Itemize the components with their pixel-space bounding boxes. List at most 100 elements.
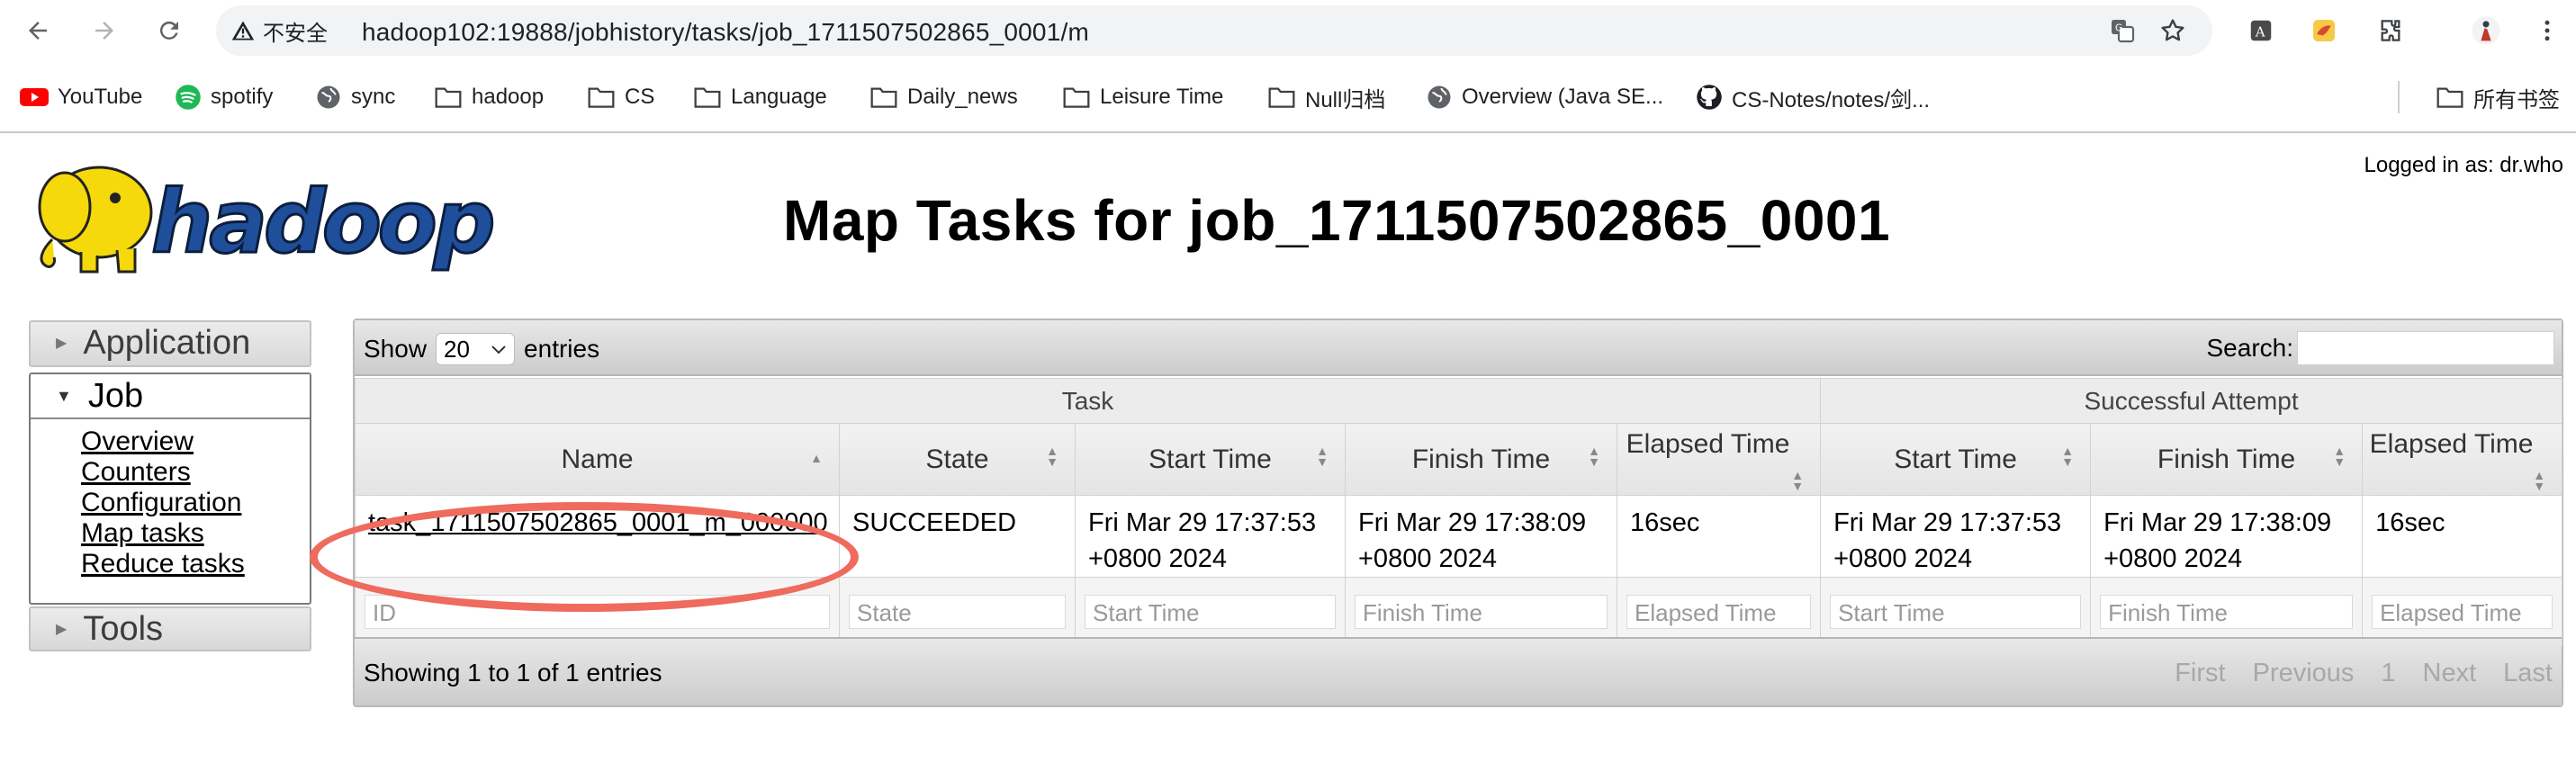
bookmark-folder-language[interactable]: Language xyxy=(693,79,827,115)
entries-length-control: Show 20 entries xyxy=(364,333,599,365)
sort-both-icon: ▲ ▼ xyxy=(2333,444,2346,469)
bookmark-folder-null-archive[interactable]: Null归档 xyxy=(1267,79,1385,115)
sidebar-heading-job-toggle[interactable]: ▼ Job xyxy=(31,374,310,419)
filter-input-attempt-start-time[interactable]: Start Time xyxy=(1830,594,2082,629)
bookmark-folder-cs[interactable]: CS xyxy=(587,79,654,115)
all-bookmarks-folder[interactable]: 所有书签 xyxy=(2436,79,2560,115)
security-chip[interactable]: 不安全 xyxy=(230,14,328,47)
globe-icon xyxy=(1428,85,1451,109)
sort-both-icon: ▲ ▼ xyxy=(1588,444,1600,469)
page-title: Map Tasks for job_1711507502865_0001 xyxy=(783,188,1891,253)
search-label: Search: xyxy=(2206,334,2294,362)
tasks-table-container: Show 20 entries Search: Task Successful … xyxy=(353,319,2563,707)
column-header-attempt-start-time[interactable]: Start Time ▲ ▼ xyxy=(1820,423,2092,496)
bookmark-youtube[interactable]: YouTube xyxy=(20,79,142,115)
filter-input-id[interactable]: ID xyxy=(365,594,830,629)
pager-page-1[interactable]: 1 xyxy=(2381,659,2395,688)
column-header-state[interactable]: State ▲ ▼ xyxy=(839,423,1076,496)
finish-time-line2: +0800 2024 xyxy=(1358,544,1498,573)
svg-text:G: G xyxy=(2115,22,2122,34)
table-toolbar: Show 20 entries Search: xyxy=(355,320,2562,376)
arrow-right-icon xyxy=(95,22,113,40)
folder-icon xyxy=(694,87,721,108)
sidebar-link-overview[interactable]: Overview xyxy=(81,426,310,457)
bookmark-label: CS xyxy=(625,85,655,109)
task-link[interactable]: task_1711507502865_0001_m_000000 xyxy=(368,508,828,537)
show-label: Show xyxy=(364,335,428,363)
table-row: task_1711507502865_0001_m_000000 SUCCEED… xyxy=(355,495,2563,578)
address-bar[interactable]: 不安全 hadoop102:19888/jobhistory/tasks/job… xyxy=(216,5,2212,56)
column-header-elapsed-time[interactable]: Elapsed Time ▲ ▼ xyxy=(1616,423,1822,496)
filter-input-state[interactable]: State xyxy=(849,594,1066,629)
url-text[interactable]: hadoop102:19888/jobhistory/tasks/job_171… xyxy=(362,18,1089,47)
profile-avatar-icon[interactable] xyxy=(2466,11,2506,50)
filter-input-start-time[interactable]: Start Time xyxy=(1085,594,1336,629)
bookmark-cs-notes[interactable]: CS-Notes/notes/剑... xyxy=(1696,79,1930,115)
bookmark-sync[interactable]: sync xyxy=(315,79,395,115)
entries-select[interactable]: 20 xyxy=(436,333,516,365)
bookmark-label: Daily_news xyxy=(907,85,1018,109)
bookmark-star-icon[interactable] xyxy=(2157,14,2189,47)
sort-both-icon: ▲ ▼ xyxy=(1046,444,1058,469)
sidebar-link-counters[interactable]: Counters xyxy=(81,457,310,488)
reload-button[interactable] xyxy=(149,11,189,50)
start-time-line2: +0800 2024 xyxy=(1088,544,1228,573)
triangle-right-icon: ▶ xyxy=(56,336,68,351)
sort-both-icon: ▲ ▼ xyxy=(1316,444,1329,469)
bookmark-overview-java[interactable]: Overview (Java SE... xyxy=(1426,79,1663,115)
globe-icon xyxy=(317,85,340,109)
column-header-start-time[interactable]: Start Time ▲ ▼ xyxy=(1075,423,1346,496)
bookmark-spotify[interactable]: spotify xyxy=(175,79,273,115)
forward-button[interactable] xyxy=(85,11,124,50)
hadoop-logo[interactable]: hadoop xyxy=(27,151,567,277)
column-label: Start Time xyxy=(1894,444,2017,474)
sidebar-section-tools[interactable]: ▶ Tools xyxy=(29,606,311,651)
filter-input-attempt-finish-time[interactable]: Finish Time xyxy=(2100,594,2354,629)
bookmark-folder-daily-news[interactable]: Daily_news xyxy=(869,79,1018,115)
bookmark-folder-hadoop[interactable]: hadoop xyxy=(434,79,544,115)
column-header-finish-time[interactable]: Finish Time ▲ ▼ xyxy=(1345,423,1617,496)
bookmark-label: YouTube xyxy=(58,85,143,109)
folder-icon xyxy=(2436,87,2463,108)
cell-elapsed-time: 16sec xyxy=(1616,495,1822,578)
reload-icon xyxy=(159,21,178,40)
column-label: State xyxy=(925,444,989,474)
filter-input-attempt-elapsed-time[interactable]: Elapsed Time xyxy=(2372,594,2553,629)
pager-previous[interactable]: Previous xyxy=(2253,659,2355,688)
sidebar-link-reduce-tasks[interactable]: Reduce tasks xyxy=(81,549,310,579)
column-header-attempt-finish-time[interactable]: Finish Time ▲ ▼ xyxy=(2090,423,2364,496)
sidebar-link-map-tasks[interactable]: Map tasks xyxy=(81,518,310,549)
extensions-puzzle-icon[interactable] xyxy=(2371,11,2410,50)
pager-first[interactable]: First xyxy=(2175,659,2225,688)
triangle-down-icon: ▼ xyxy=(56,386,72,405)
back-button[interactable] xyxy=(18,11,58,50)
group-header-successful-attempt: Successful Attempt xyxy=(1820,378,2563,424)
sidebar-section-application[interactable]: ▶ Application xyxy=(29,320,311,367)
translate-icon[interactable]: G xyxy=(2106,14,2139,47)
svg-text:hadoop: hadoop xyxy=(151,172,492,273)
cell-attempt-start-time: Fri Mar 29 17:37:53 +0800 2024 xyxy=(1820,495,2092,578)
bookmark-label: Overview (Java SE... xyxy=(1462,85,1664,109)
sidebar-heading-job: Job xyxy=(87,376,144,415)
bookmark-label: 所有书签 xyxy=(2473,87,2560,112)
browser-menu-icon[interactable] xyxy=(2527,11,2567,50)
group-header-task: Task xyxy=(354,378,1822,424)
search-input[interactable] xyxy=(2297,331,2554,365)
extension-dictionary-icon[interactable]: A xyxy=(2241,11,2281,50)
entries-select-value: 20 xyxy=(444,335,470,363)
column-header-name[interactable]: Name ▲ xyxy=(355,423,840,496)
pager-last[interactable]: Last xyxy=(2503,659,2553,688)
cell-state: SUCCEEDED xyxy=(839,495,1076,578)
sidebar-section-job: ▼ Job Overview Counters Configuration Ma… xyxy=(29,373,311,605)
sidebar-link-configuration[interactable]: Configuration xyxy=(81,488,310,518)
extension-fox-icon[interactable] xyxy=(2304,11,2344,50)
table-info: Showing 1 to 1 of 1 entries xyxy=(364,659,662,687)
finish-time-line1: Fri Mar 29 17:38:09 xyxy=(1358,508,1587,537)
pager-next[interactable]: Next xyxy=(2423,659,2477,688)
table-footer: Showing 1 to 1 of 1 entries First Previo… xyxy=(355,637,2562,705)
filter-input-finish-time[interactable]: Finish Time xyxy=(1355,594,1608,629)
column-header-attempt-elapsed-time[interactable]: Elapsed Time ▲ ▼ xyxy=(2362,423,2563,496)
bookmark-label: Leisure Time xyxy=(1100,85,1224,109)
bookmark-folder-leisure-time[interactable]: Leisure Time xyxy=(1062,79,1223,115)
filter-input-elapsed-time[interactable]: Elapsed Time xyxy=(1626,594,1812,629)
